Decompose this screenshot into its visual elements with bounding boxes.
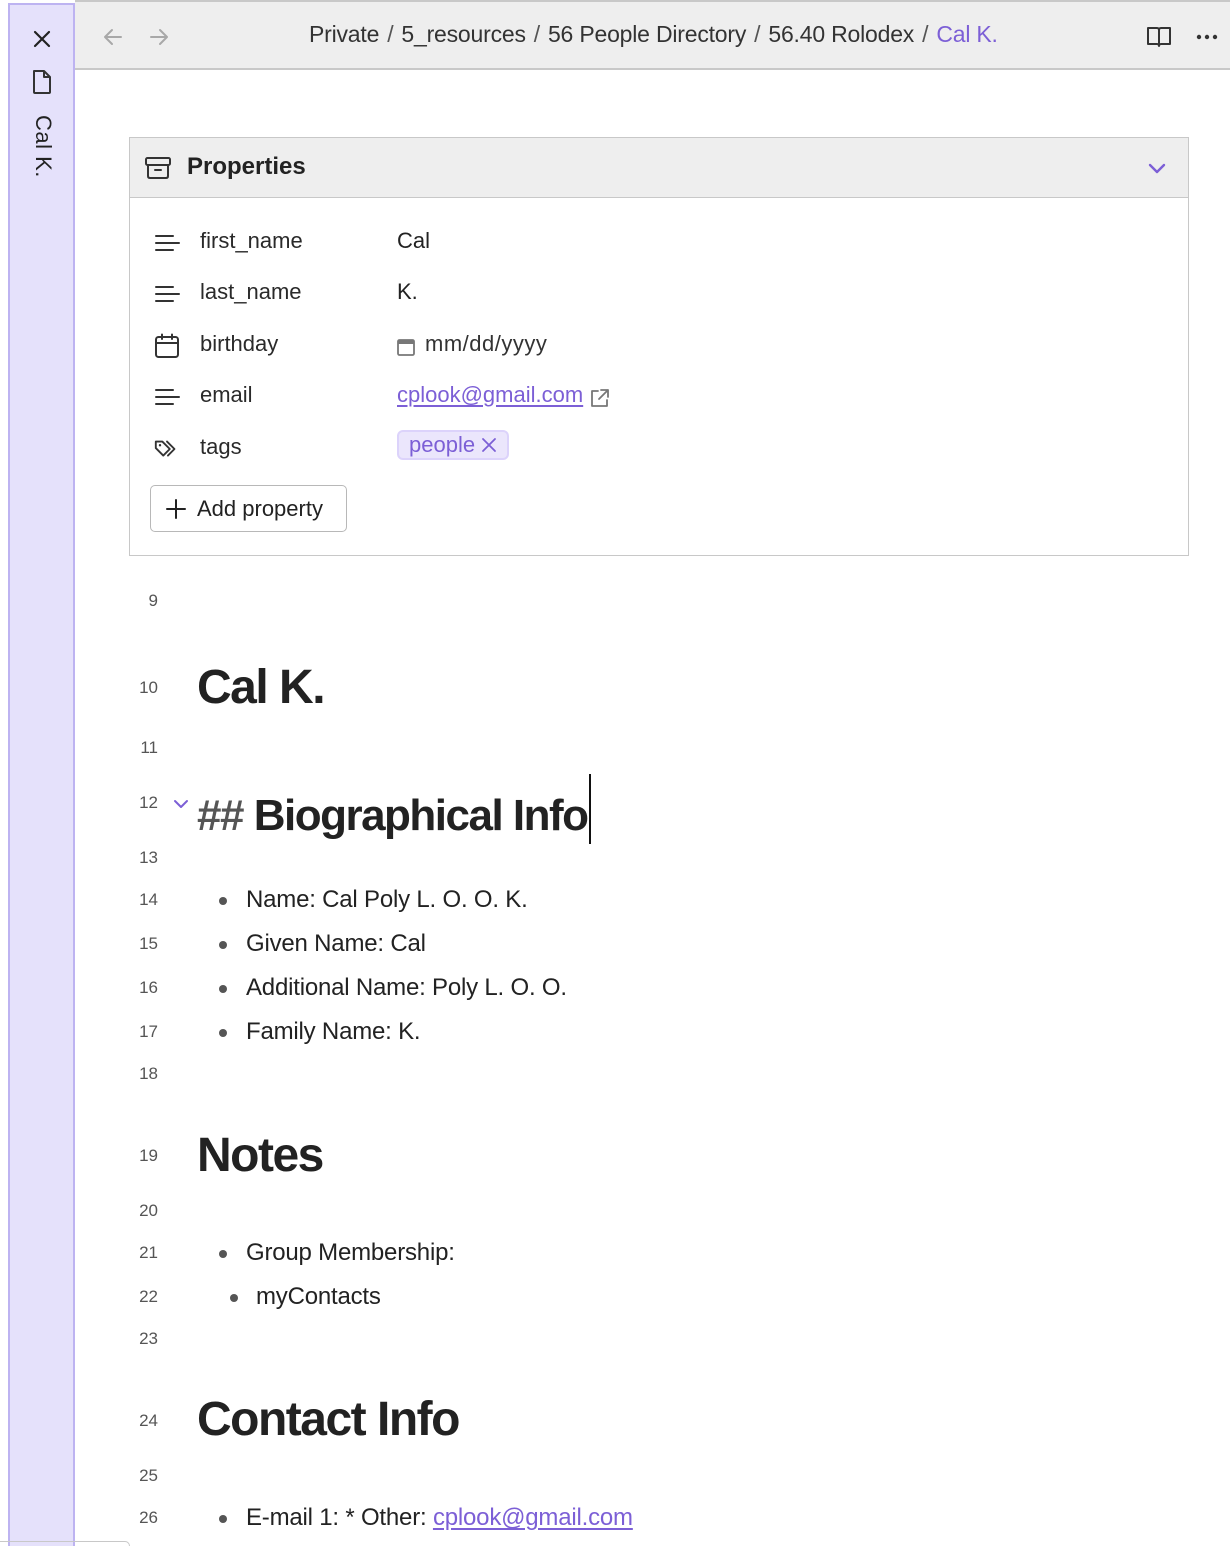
properties-panel: Properties first_name Cal last_name K. b… xyxy=(129,137,1189,556)
view-header: Private / 5_resources / 56 People Directory /… xyxy=(75,0,1230,70)
property-row-email: email cplook@gmail.com xyxy=(130,376,1188,416)
line-number: 20 xyxy=(139,1201,158,1220)
chevron-down-icon[interactable] xyxy=(1146,158,1168,178)
properties-header[interactable]: Properties xyxy=(130,138,1188,198)
close-icon[interactable] xyxy=(30,27,54,51)
add-property-button[interactable]: Add property xyxy=(150,485,347,532)
breadcrumb-separator: / xyxy=(922,21,929,47)
list-item[interactable]: Family Name: K. xyxy=(246,1018,421,1046)
text-cursor xyxy=(588,774,591,844)
more-options-icon[interactable] xyxy=(1193,24,1221,50)
arrow-right-icon[interactable] xyxy=(146,24,172,50)
text-icon[interactable] xyxy=(153,281,181,307)
file-icon xyxy=(33,70,51,94)
breadcrumb: Private / 5_resources / 56 People Directory /… xyxy=(309,21,998,48)
line-number: 12 xyxy=(139,793,158,812)
line-number: 22 xyxy=(139,1287,158,1306)
add-property-label: Add property xyxy=(197,495,323,521)
email-link[interactable]: cplook@gmail.com xyxy=(397,382,583,408)
breadcrumb-resources[interactable]: 5_resources xyxy=(401,21,526,47)
bullet xyxy=(230,1294,238,1302)
property-row-first-name: first_name Cal xyxy=(130,222,1188,262)
list-item[interactable]: Given Name: Cal xyxy=(246,930,426,958)
remove-tag-icon[interactable] xyxy=(481,437,497,453)
fold-chevron-icon[interactable] xyxy=(172,797,190,811)
bullet xyxy=(219,897,227,905)
line-number: 15 xyxy=(139,934,158,953)
property-row-tags: tags people xyxy=(130,428,1188,468)
property-key[interactable]: email xyxy=(200,382,253,408)
email-link[interactable]: cplook@gmail.com xyxy=(433,1504,633,1531)
tags-icon[interactable] xyxy=(153,436,181,462)
list-item[interactable]: E-mail 1: * Other: cplook@gmail.com xyxy=(246,1504,633,1532)
list-item[interactable]: Additional Name: Poly L. O. O. xyxy=(246,974,567,1002)
line-number: 9 xyxy=(148,591,158,610)
text-icon[interactable] xyxy=(153,384,181,410)
heading-title[interactable]: Cal K. xyxy=(197,660,326,715)
calendar-icon[interactable] xyxy=(153,333,181,359)
property-key[interactable]: tags xyxy=(200,434,242,460)
heading-biographical-info[interactable]: ## Biographical Info xyxy=(197,774,591,844)
reading-view-icon[interactable] xyxy=(1145,24,1173,50)
breadcrumb-current-note[interactable]: Cal K. xyxy=(936,21,998,47)
line-number: 11 xyxy=(140,738,158,757)
line-number: 16 xyxy=(139,978,158,997)
text-icon[interactable] xyxy=(153,230,181,256)
list-item[interactable]: Name: Cal Poly L. O. O. K. xyxy=(246,886,528,914)
line-number: 21 xyxy=(139,1243,158,1262)
bullet xyxy=(219,1029,227,1037)
status-bar-edge xyxy=(0,1541,130,1546)
heading-text: Biographical Info xyxy=(253,791,589,840)
bullet xyxy=(219,1250,227,1258)
heading-contact-info[interactable]: Contact Info xyxy=(197,1392,460,1447)
line-number: 25 xyxy=(139,1466,158,1485)
bullet xyxy=(219,941,227,949)
breadcrumb-people-directory[interactable]: 56 People Directory xyxy=(548,21,746,47)
birthday-date-input[interactable]: mm/dd/yyyy xyxy=(425,331,547,357)
property-row-birthday: birthday mm/dd/yyyy xyxy=(130,325,1188,365)
bullet xyxy=(219,1515,227,1523)
breadcrumb-separator: / xyxy=(754,21,761,47)
line-number: 23 xyxy=(139,1329,158,1348)
heading-markup: ## xyxy=(197,791,244,840)
heading-notes[interactable]: Notes xyxy=(197,1128,324,1183)
tag-pill[interactable]: people xyxy=(397,430,510,460)
bullet xyxy=(219,985,227,993)
breadcrumb-rolodex[interactable]: 56.40 Rolodex xyxy=(768,21,914,47)
list-item[interactable]: Group Membership: xyxy=(246,1239,455,1267)
line-number: 18 xyxy=(139,1064,158,1083)
property-row-last-name: last_name K. xyxy=(130,273,1188,313)
line-number: 19 xyxy=(139,1146,158,1165)
breadcrumb-separator: / xyxy=(533,21,540,47)
plus-icon xyxy=(166,498,186,519)
line-number: 26 xyxy=(139,1508,158,1527)
breadcrumb-separator: / xyxy=(387,21,394,47)
property-key[interactable]: first_name xyxy=(200,228,303,254)
stacked-tab-ribbon[interactable]: Cal K. xyxy=(8,3,75,1546)
line-number: 14 xyxy=(139,890,158,909)
archive-icon xyxy=(145,157,171,179)
line-number: 17 xyxy=(139,1022,158,1041)
property-value[interactable]: K. xyxy=(397,279,418,305)
external-link-icon[interactable] xyxy=(589,387,611,409)
line-number: 10 xyxy=(139,678,158,697)
properties-title: Properties xyxy=(187,153,306,180)
property-value[interactable]: Cal xyxy=(397,228,430,254)
tag-label: people xyxy=(409,432,476,457)
list-item[interactable]: myContacts xyxy=(256,1283,381,1311)
tab-title[interactable]: Cal K. xyxy=(30,115,56,178)
date-picker-icon[interactable] xyxy=(396,337,416,357)
breadcrumb-private[interactable]: Private xyxy=(309,21,379,47)
property-key[interactable]: birthday xyxy=(200,331,278,357)
arrow-left-icon[interactable] xyxy=(100,24,126,50)
list-item-text: E-mail 1: * Other: xyxy=(246,1504,433,1531)
property-key[interactable]: last_name xyxy=(200,279,302,305)
line-number: 13 xyxy=(139,848,158,867)
line-number: 24 xyxy=(139,1411,158,1430)
